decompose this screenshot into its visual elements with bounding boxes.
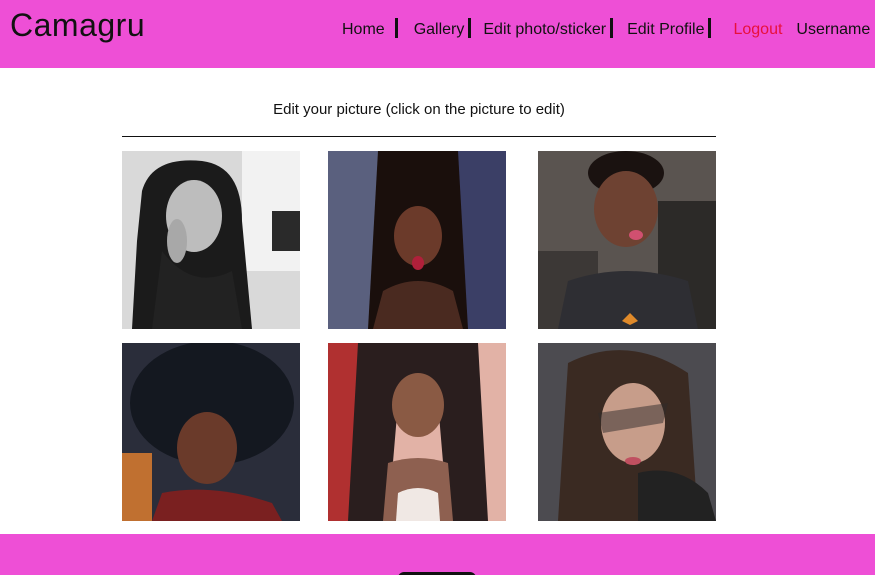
gallery-photo[interactable] [538, 343, 716, 521]
nav-username[interactable]: Username [796, 18, 870, 42]
gallery-photo[interactable] [538, 151, 716, 329]
photo-image [122, 343, 300, 521]
photo-image [538, 343, 716, 521]
nav-separator [708, 18, 712, 38]
nav-home-link[interactable]: Home [342, 18, 385, 42]
nav-separator [394, 18, 398, 38]
nav-logout-link[interactable]: Logout [733, 18, 782, 42]
site-logo[interactable]: Camagru [10, 6, 145, 44]
gallery-photo[interactable] [122, 343, 300, 521]
photo-image [122, 151, 300, 329]
divider [122, 136, 716, 137]
gallery-photo[interactable] [122, 151, 300, 329]
nav-menu: Home Gallery Edit photo/sticker Edit Pro… [342, 18, 870, 42]
gallery-photo[interactable] [328, 151, 506, 329]
photo-image [538, 151, 716, 329]
nav-separator [468, 18, 472, 38]
nav-separator [610, 18, 614, 38]
main-content: Edit your picture (click on the picture … [122, 96, 716, 137]
nav-profile-link[interactable]: Edit Profile [627, 18, 704, 42]
photo-image [328, 343, 506, 521]
top-navbar: Camagru Home Gallery Edit photo/sticker … [0, 0, 875, 68]
gallery-photo[interactable] [328, 343, 506, 521]
page-caption: Edit your picture (click on the picture … [273, 101, 565, 118]
nav-edit-link[interactable]: Edit photo/sticker [483, 18, 606, 42]
nav-gallery-link[interactable]: Gallery [414, 18, 465, 42]
photo-image [328, 151, 506, 329]
footer-bar [0, 534, 875, 575]
